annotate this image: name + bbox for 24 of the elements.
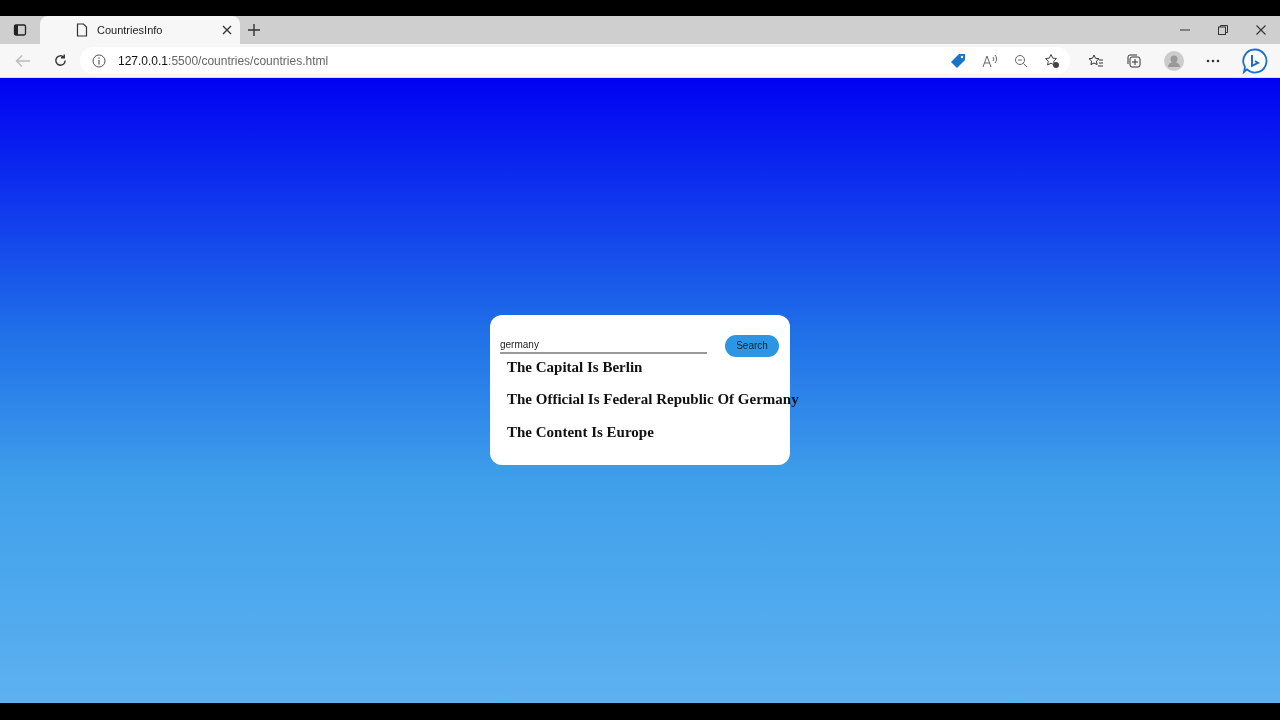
reload-icon[interactable] [53,53,68,68]
profile-avatar-icon[interactable] [1164,50,1184,71]
result-text: The Content Is Europe [507,422,655,442]
tab-actions-icon[interactable] [13,23,27,37]
tag-icon[interactable] [950,52,966,69]
zoom-out-icon[interactable] [1014,53,1028,68]
add-favorite-icon[interactable] [1044,52,1060,69]
browser-tab[interactable]: CountriesInfo [40,16,240,44]
favorites-icon[interactable] [1088,52,1104,69]
collections-icon[interactable] [1126,52,1142,69]
search-button[interactable]: Search [725,334,779,357]
chat-bubble-icon[interactable] [1242,47,1268,74]
address-bar[interactable]: 127.0.0.1:5500/countries/countries.html [80,47,1070,74]
info-icon [92,53,106,68]
url-text: 127.0.0.1:5500/countries/countries.html [118,53,329,68]
close-icon[interactable] [1256,25,1266,35]
restore-icon[interactable] [1218,25,1228,35]
tab-title: CountriesInfo [97,24,164,36]
close-icon[interactable] [222,25,232,35]
result-text: The Capital Is Berlin [507,357,644,377]
more-icon[interactable] [1206,58,1220,63]
page-icon [76,23,88,37]
read-aloud-icon[interactable] [982,53,998,68]
new-tab-icon[interactable] [247,23,261,37]
